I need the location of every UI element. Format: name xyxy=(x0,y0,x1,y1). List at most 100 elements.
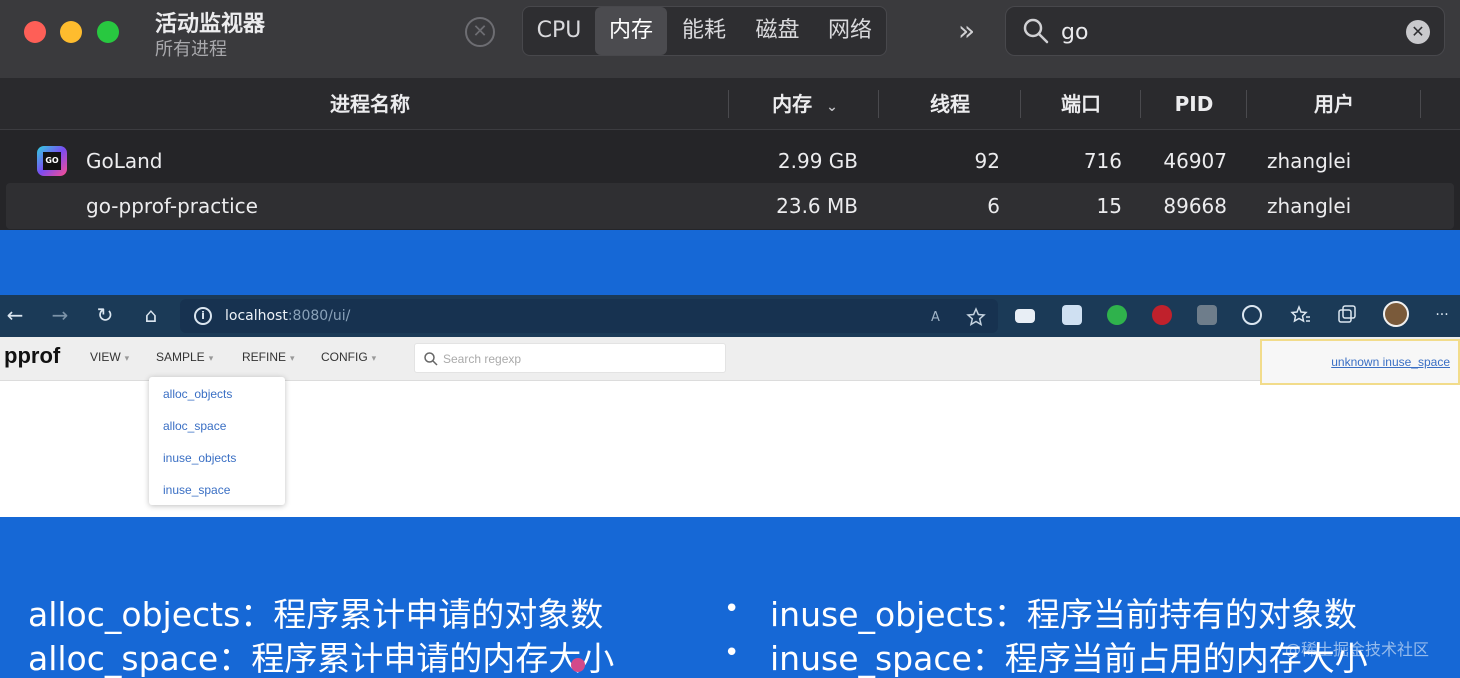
menu-sample-label: SAMPLE xyxy=(156,350,205,364)
legend-link[interactable]: unknown inuse_space xyxy=(1331,355,1450,369)
tab-network[interactable]: 网络 xyxy=(814,7,886,55)
chevron-down-icon: ▾ xyxy=(124,353,130,363)
caption-alloc-space: alloc_space：程序累计申请的内存大小 xyxy=(28,639,615,678)
process-user: zhanglei xyxy=(1267,149,1352,173)
browser-toolbar: ← → ↻ ⌂ i localhost:8080/ui/ A ··· xyxy=(0,295,1460,337)
menu-config-label: CONFIG xyxy=(321,350,368,364)
more-options-icon[interactable]: ··· xyxy=(1430,303,1454,327)
menu-refine-label: REFINE xyxy=(242,350,287,364)
sample-option-inuse-objects[interactable]: inuse_objects xyxy=(163,451,236,465)
tab-bar: CPU 内存 能耗 磁盘 网络 xyxy=(522,6,887,56)
goland-icon-text: GO xyxy=(43,152,61,170)
pprof-toolbar: pprof VIEW▾ SAMPLE▾ REFINE▾ CONFIG▾ unkn… xyxy=(0,337,1460,385)
regexp-search xyxy=(414,343,726,373)
chevron-down-icon: ▾ xyxy=(208,353,214,363)
extension-icon-5[interactable] xyxy=(1197,305,1217,325)
url-host: localhost xyxy=(225,308,288,324)
home-icon[interactable]: ⌂ xyxy=(139,303,163,327)
pprof-title: pprof xyxy=(4,343,61,368)
chevron-down-icon: ▾ xyxy=(371,353,377,363)
back-arrow-icon[interactable]: ← xyxy=(3,303,27,327)
process-pid: 46907 xyxy=(1163,149,1227,173)
stop-process-button[interactable]: ✕ xyxy=(465,17,495,47)
site-info-icon[interactable]: i xyxy=(194,307,212,325)
column-memory-label: 内存 xyxy=(772,92,813,116)
am-toolbar: 活动监视器 所有进程 ✕ CPU 内存 能耗 磁盘 网络 » ✕ xyxy=(0,0,1460,78)
sort-descending-icon: ⌄ xyxy=(826,99,838,115)
process-name: go-pprof-practice xyxy=(86,194,258,218)
process-threads: 92 xyxy=(974,149,1000,173)
column-divider xyxy=(878,90,879,118)
column-user[interactable]: 用户 xyxy=(1248,78,1420,130)
column-threads[interactable]: 线程 xyxy=(880,78,1020,130)
browser-window: ← → ↻ ⌂ i localhost:8080/ui/ A ··· pprof… xyxy=(0,295,1460,517)
menu-config[interactable]: CONFIG ▾ xyxy=(321,350,376,364)
search-icon xyxy=(424,352,438,366)
column-divider xyxy=(1140,90,1141,118)
sample-option-alloc-objects[interactable]: alloc_objects xyxy=(163,387,232,401)
add-favorite-icon[interactable] xyxy=(966,307,986,327)
search-icon xyxy=(1023,18,1049,44)
process-name: GoLand xyxy=(86,149,163,173)
zoom-window-button[interactable] xyxy=(97,21,119,43)
column-memory[interactable]: 内存 ⌄ xyxy=(730,78,880,130)
caption-inuse-space: inuse_space：程序当前占用的内存大小 xyxy=(770,639,1368,678)
address-bar[interactable]: i localhost:8080/ui/ A xyxy=(180,299,998,333)
extension-icon-1[interactable] xyxy=(1015,309,1035,323)
extension-icon-3[interactable] xyxy=(1107,305,1127,325)
sample-option-inuse-space[interactable]: inuse_space xyxy=(163,483,230,497)
url-path: :8080/ui/ xyxy=(287,308,351,324)
process-pid: 89668 xyxy=(1163,194,1227,218)
toolbar-overflow-button[interactable]: » xyxy=(958,14,975,47)
tab-energy[interactable]: 能耗 xyxy=(667,7,741,55)
collections-icon[interactable] xyxy=(1336,304,1358,326)
process-user: zhanglei xyxy=(1267,194,1352,218)
profile-avatar[interactable] xyxy=(1383,301,1409,327)
extension-icon-4[interactable] xyxy=(1152,305,1172,325)
menu-sample[interactable]: SAMPLE ▾ xyxy=(156,350,213,364)
close-window-button[interactable] xyxy=(24,21,46,43)
legend-box: unknown inuse_space xyxy=(1260,339,1460,385)
goland-app-icon: GO xyxy=(37,146,67,176)
bullet-icon: • xyxy=(724,594,740,624)
tab-cpu[interactable]: CPU xyxy=(523,7,595,55)
bullet-icon: • xyxy=(724,638,740,668)
column-divider xyxy=(1020,90,1021,118)
sample-option-alloc-space[interactable]: alloc_space xyxy=(163,419,226,433)
caption-area: alloc_objects：程序累计申请的对象数 alloc_space：程序累… xyxy=(0,580,1460,678)
window-subtitle: 所有进程 xyxy=(155,39,227,60)
column-divider xyxy=(1246,90,1247,118)
cursor-highlight xyxy=(571,658,585,672)
column-divider xyxy=(728,90,729,118)
read-aloud-icon[interactable]: A xyxy=(930,307,948,325)
extension-icon-6[interactable] xyxy=(1242,305,1262,325)
extension-icon-2[interactable] xyxy=(1062,305,1082,325)
favorites-icon[interactable] xyxy=(1290,304,1312,326)
clear-search-icon[interactable]: ✕ xyxy=(1406,20,1430,44)
column-process-name[interactable]: 进程名称 xyxy=(0,78,740,130)
tab-memory[interactable]: 内存 xyxy=(595,7,667,55)
caption-inuse-objects: inuse_objects：程序当前持有的对象数 xyxy=(770,595,1357,634)
svg-text:A: A xyxy=(931,310,940,325)
column-divider xyxy=(1420,90,1421,118)
reload-icon[interactable]: ↻ xyxy=(93,303,117,327)
forward-arrow-icon[interactable]: → xyxy=(48,303,72,327)
table-row[interactable]: go-pprof-practice 23.6 MB 6 15 89668 zha… xyxy=(6,183,1454,229)
sample-dropdown: alloc_objects alloc_space inuse_objects … xyxy=(149,377,285,505)
table-row[interactable]: GO GoLand 2.99 GB 92 716 46907 zhanglei xyxy=(0,138,1460,184)
column-ports[interactable]: 端口 xyxy=(1022,78,1140,130)
url-text: localhost:8080/ui/ xyxy=(225,299,350,333)
process-search: ✕ xyxy=(1005,6,1445,56)
minimize-window-button[interactable] xyxy=(60,21,82,43)
search-input[interactable] xyxy=(1061,15,1391,49)
column-pid[interactable]: PID xyxy=(1142,78,1246,130)
menu-refine[interactable]: REFINE ▾ xyxy=(242,350,295,364)
process-threads: 6 xyxy=(987,194,1000,218)
menu-view[interactable]: VIEW ▾ xyxy=(90,350,129,364)
tab-disk[interactable]: 磁盘 xyxy=(741,7,814,55)
process-ports: 716 xyxy=(1083,149,1122,173)
process-memory: 23.6 MB xyxy=(776,194,858,218)
menu-view-label: VIEW xyxy=(90,350,121,364)
search-input[interactable] xyxy=(443,348,713,370)
watermark: @稀土掘金技术社区 xyxy=(1285,640,1430,659)
